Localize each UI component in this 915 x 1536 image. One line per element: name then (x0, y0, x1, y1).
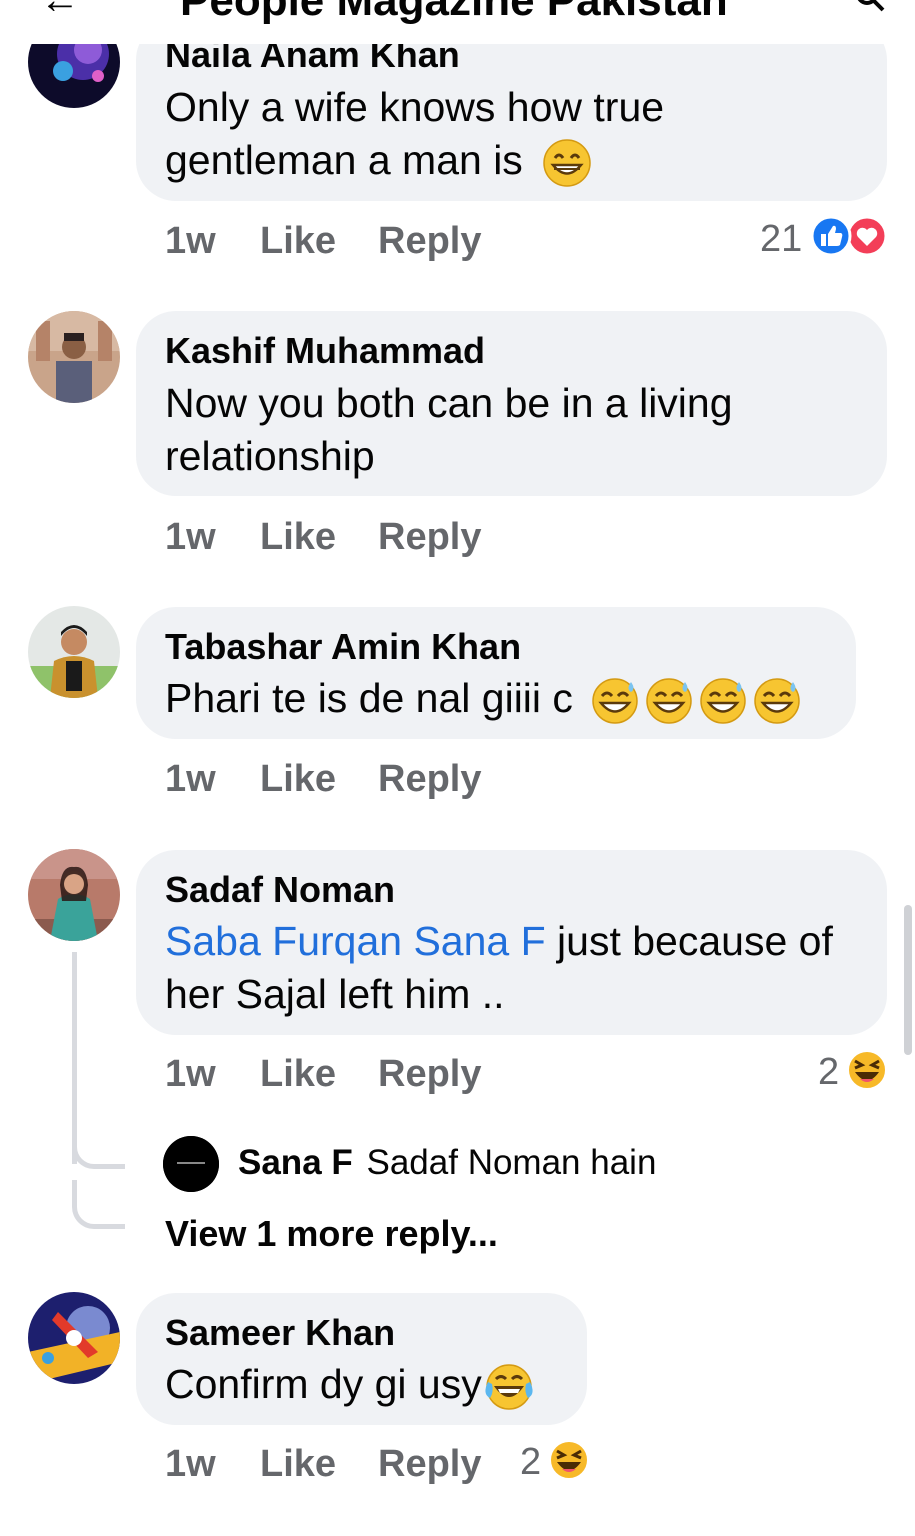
comment-text-segment: gentleman a man is (165, 137, 523, 183)
comment-author[interactable]: Sadaf Noman (165, 869, 395, 911)
reply-author[interactable]: Sana F (238, 1143, 353, 1182)
reply-button[interactable]: Reply (378, 1443, 481, 1486)
comment-author[interactable]: Tabashar Amin Khan (165, 626, 521, 668)
sweat-smile-emoji-icon (592, 678, 801, 724)
comment-text-line: Now you both can be in a living (165, 380, 733, 426)
reply-button[interactable]: Reply (378, 1053, 481, 1096)
page-title: People Magazine Pakistan (180, 0, 728, 25)
comment-text-line: Only a wife knows how true (165, 84, 665, 130)
reactions-summary[interactable] (810, 215, 890, 257)
comment-text: Phari te is de nal giiii c (165, 672, 855, 726)
avatar[interactable] (28, 311, 120, 403)
comment-text: Confirm dy gi usy (165, 1358, 585, 1412)
comment-text-segment: just because of (557, 918, 833, 964)
like-button[interactable]: Like (260, 220, 336, 263)
love-icon (846, 215, 888, 257)
reaction-count[interactable]: 2 (520, 1441, 541, 1484)
like-button[interactable]: Like (260, 1053, 336, 1096)
comment-time[interactable]: 1w (165, 516, 216, 559)
comment-text: Now you both can be in a living relation… (165, 377, 875, 483)
thread-connector (72, 1120, 125, 1169)
comment-text-line: relationship (165, 433, 375, 479)
grin-emoji-icon (543, 139, 591, 187)
back-arrow-icon[interactable]: ← (40, 0, 80, 23)
comment-text: Only a wife knows how true gentleman a m… (165, 81, 865, 188)
reply-text: Sadaf Noman hain (366, 1143, 657, 1182)
joy-emoji-icon (485, 1364, 533, 1410)
comment-text-line: her Sajal left him .. (165, 971, 505, 1017)
like-icon (810, 215, 852, 257)
thread-connector (72, 1180, 125, 1229)
comment-author[interactable]: Sameer Khan (165, 1312, 395, 1354)
reaction-count[interactable]: 2 (818, 1051, 839, 1094)
reply-preview[interactable]: Sana F Sadaf Noman hain (238, 1143, 656, 1183)
comment-text-segment: Confirm dy gi usy (165, 1361, 482, 1407)
comment-text: Saba Furqan Sana F just because of her S… (165, 915, 875, 1021)
comment-time[interactable]: 1w (165, 220, 216, 263)
avatar[interactable] (28, 606, 120, 698)
mention-link[interactable]: Saba Furqan Sana F (165, 918, 546, 964)
reply-button[interactable]: Reply (378, 516, 481, 559)
haha-icon[interactable] (846, 1049, 888, 1091)
avatar[interactable] (28, 849, 120, 941)
like-button[interactable]: Like (260, 1443, 336, 1486)
search-icon[interactable] (855, 0, 885, 12)
reaction-count[interactable]: 21 (760, 218, 802, 261)
comment-text-line: gentleman a man is (165, 134, 865, 188)
comment-text-segment: Phari te is de nal giiii c (165, 675, 573, 721)
comment-time[interactable]: 1w (165, 1053, 216, 1096)
like-button[interactable]: Like (260, 758, 336, 801)
reply-button[interactable]: Reply (378, 220, 481, 263)
comment-time[interactable]: 1w (165, 758, 216, 801)
top-bar: ← People Magazine Pakistan (0, 0, 915, 44)
avatar[interactable] (163, 1136, 219, 1192)
reply-button[interactable]: Reply (378, 758, 481, 801)
comment-time[interactable]: 1w (165, 1443, 216, 1486)
avatar[interactable] (28, 1292, 120, 1384)
view-more-replies-link[interactable]: View 1 more reply... (165, 1213, 498, 1255)
like-button[interactable]: Like (260, 516, 336, 559)
scrollbar[interactable] (904, 905, 912, 1055)
comment-author[interactable]: Kashif Muhammad (165, 330, 485, 372)
haha-icon[interactable] (548, 1439, 590, 1481)
comment-text-line: Saba Furqan Sana F just because of (165, 915, 875, 968)
